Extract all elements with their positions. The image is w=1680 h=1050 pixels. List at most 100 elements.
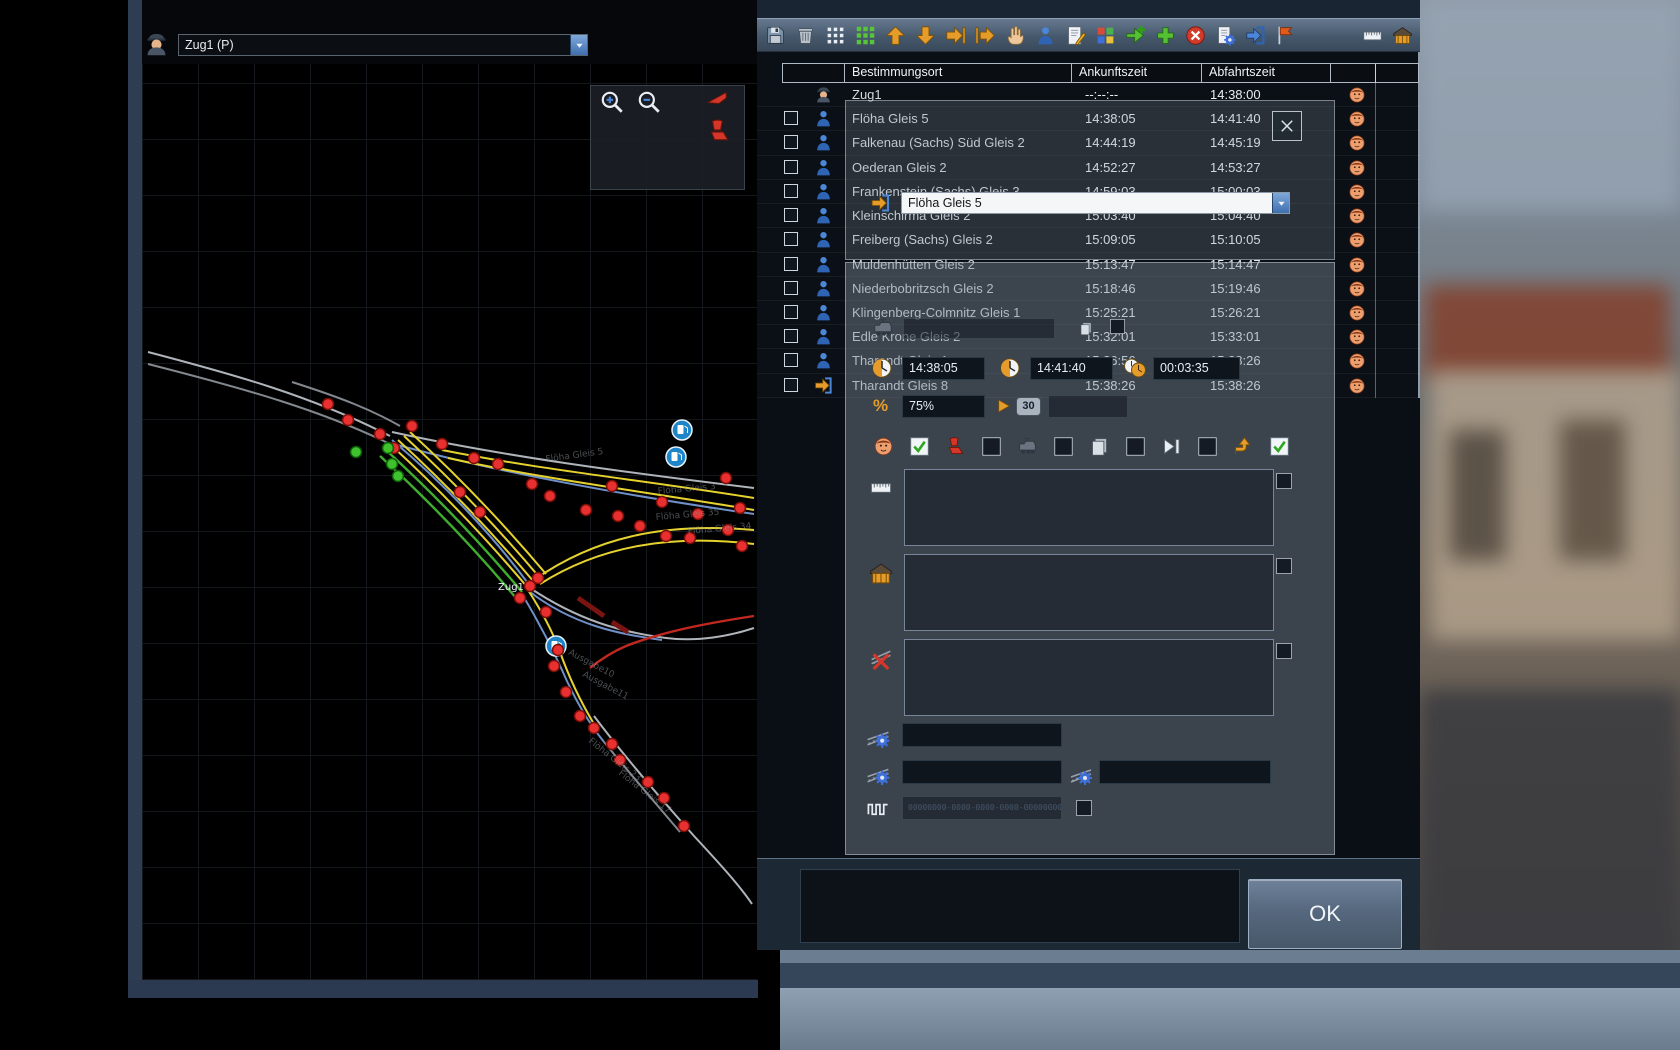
signal-node[interactable] xyxy=(455,487,466,498)
option-checkbox[interactable] xyxy=(1269,436,1290,457)
option-checkbox[interactable] xyxy=(1197,436,1218,457)
face-icon[interactable] xyxy=(1348,134,1366,152)
row-checkbox[interactable] xyxy=(784,305,798,319)
fuel-icon[interactable] xyxy=(672,420,692,440)
zoom-out-icon[interactable] xyxy=(636,89,662,115)
row-checkbox[interactable] xyxy=(784,378,798,392)
track-input-1[interactable] xyxy=(902,723,1062,747)
signal-node-green[interactable] xyxy=(387,459,398,470)
signal-node[interactable] xyxy=(721,473,732,484)
ok-button[interactable]: OK xyxy=(1248,879,1402,949)
face-icon[interactable] xyxy=(1348,328,1366,346)
flag-button[interactable] xyxy=(1271,22,1299,49)
face-icon[interactable] xyxy=(1348,304,1366,322)
depot-button[interactable] xyxy=(1388,22,1416,49)
signal-node[interactable] xyxy=(635,521,646,532)
red-ramp-icon[interactable] xyxy=(702,87,732,109)
load-percent-field[interactable]: 75% xyxy=(902,395,985,418)
row-checkbox[interactable] xyxy=(784,257,798,271)
zoom-in-icon[interactable] xyxy=(599,89,625,115)
face-icon[interactable] xyxy=(1348,280,1366,298)
route-add-button[interactable] xyxy=(1121,22,1149,49)
group1-checkbox[interactable] xyxy=(1275,472,1293,490)
group3-checkbox[interactable] xyxy=(1275,642,1293,660)
header-destination[interactable]: Bestimmungsort xyxy=(844,63,1072,83)
signal-node[interactable] xyxy=(541,607,552,618)
track-map-canvas[interactable]: Flöha Gleis 5Flöha Gleis 3Flöha Gleis 35… xyxy=(142,64,757,980)
signal-node[interactable] xyxy=(323,399,334,410)
depot-group-box[interactable] xyxy=(904,554,1274,631)
group2-checkbox[interactable] xyxy=(1275,557,1293,575)
enter-button[interactable] xyxy=(1241,22,1269,49)
row-checkbox[interactable] xyxy=(784,329,798,343)
option-checkbox[interactable] xyxy=(981,436,1002,457)
touch-button[interactable] xyxy=(1001,22,1029,49)
loco-icon[interactable] xyxy=(1017,436,1038,457)
arrival-time-field[interactable]: 14:38:05 xyxy=(902,357,985,380)
face-icon[interactable] xyxy=(1348,231,1366,249)
face-icon[interactable] xyxy=(1348,183,1366,201)
route-id-field[interactable]: 00000000-0000-0000-0000-000000000000 xyxy=(902,796,1062,820)
stop-duration-field[interactable]: 00:03:35 xyxy=(1153,357,1240,380)
row-checkbox[interactable] xyxy=(784,353,798,367)
signal-node[interactable] xyxy=(737,541,748,552)
remove-button[interactable] xyxy=(1181,22,1209,49)
track-map[interactable]: Flöha Gleis 5Flöha Gleis 3Flöha Gleis 35… xyxy=(142,64,757,980)
face-icon[interactable] xyxy=(873,436,894,457)
face-icon[interactable] xyxy=(1348,256,1366,274)
insert-button[interactable] xyxy=(971,22,999,49)
signal-node[interactable] xyxy=(437,439,448,450)
ruler-button[interactable] xyxy=(1358,22,1386,49)
tiles-button[interactable] xyxy=(1091,22,1119,49)
option-checkbox[interactable] xyxy=(909,436,930,457)
signal-node-green[interactable] xyxy=(383,443,394,454)
signal-node[interactable] xyxy=(549,661,560,672)
route-id-checkbox[interactable] xyxy=(1075,799,1093,817)
blocked-track-group-box[interactable] xyxy=(904,639,1274,716)
return-orange-icon[interactable] xyxy=(1233,436,1254,457)
option-checkbox[interactable] xyxy=(1053,436,1074,457)
move-down-button[interactable] xyxy=(911,22,939,49)
train-selector-arrow-button[interactable] xyxy=(570,35,587,55)
speed-field[interactable] xyxy=(1048,395,1128,418)
signal-node[interactable] xyxy=(581,505,592,516)
row-checkbox[interactable] xyxy=(784,160,798,174)
row-checkbox[interactable] xyxy=(784,281,798,295)
grid-large-button[interactable] xyxy=(851,22,879,49)
skip-icon[interactable] xyxy=(1161,436,1182,457)
signal-node[interactable] xyxy=(475,507,486,518)
fuel-icon[interactable] xyxy=(666,447,686,467)
signal-node[interactable] xyxy=(545,491,556,502)
signal-node[interactable] xyxy=(527,479,538,490)
signal-node-green[interactable] xyxy=(393,471,404,482)
red-seat-icon[interactable] xyxy=(706,118,732,144)
signal-node[interactable] xyxy=(493,459,504,470)
signal-node[interactable] xyxy=(679,821,690,832)
row-checkbox[interactable] xyxy=(784,232,798,246)
row-checkbox[interactable] xyxy=(784,208,798,222)
option-checkbox[interactable] xyxy=(1125,436,1146,457)
train-selector-dropdown[interactable]: Zug1 (P) xyxy=(178,34,588,56)
schedule-checkbox[interactable] xyxy=(1109,318,1126,335)
departure-time-field[interactable]: 14:41:40 xyxy=(1030,357,1113,380)
face-icon[interactable] xyxy=(1348,159,1366,177)
signal-node[interactable] xyxy=(515,593,526,604)
doc-settings-button[interactable] xyxy=(1211,22,1239,49)
contact-group-box[interactable] xyxy=(904,469,1274,546)
signal-node[interactable] xyxy=(533,573,544,584)
seat-red-icon[interactable] xyxy=(945,436,966,457)
face-icon[interactable] xyxy=(1348,110,1366,128)
track-input-3[interactable] xyxy=(1099,760,1271,784)
face-icon[interactable] xyxy=(1348,86,1366,104)
move-up-button[interactable] xyxy=(881,22,909,49)
signal-node[interactable] xyxy=(657,497,668,508)
signal-node[interactable] xyxy=(589,723,600,734)
add-button[interactable] xyxy=(1151,22,1179,49)
move-end-button[interactable] xyxy=(941,22,969,49)
signal-node-green[interactable] xyxy=(351,447,362,458)
face-icon[interactable] xyxy=(1348,377,1366,395)
close-button[interactable] xyxy=(1272,111,1302,141)
header-departure[interactable]: Abfahrtszeit xyxy=(1201,63,1331,83)
save-button[interactable] xyxy=(761,22,789,49)
header-arrival[interactable]: Ankunftszeit xyxy=(1071,63,1202,83)
